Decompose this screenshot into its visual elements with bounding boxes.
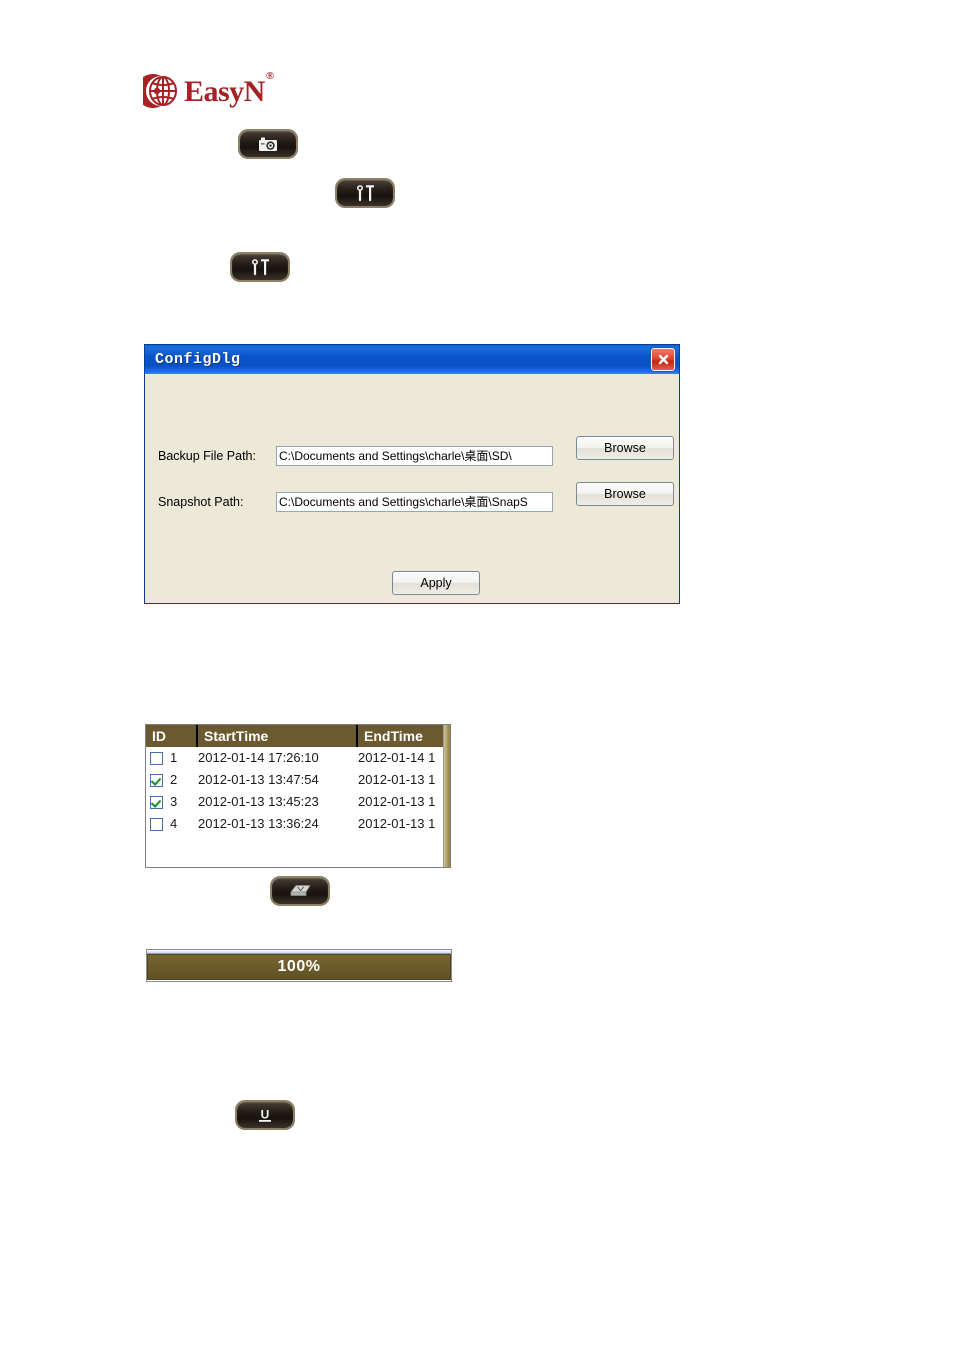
- logo-word-text: EasyN: [184, 75, 265, 108]
- row-checkbox[interactable]: [150, 795, 163, 809]
- globe-icon: [136, 72, 181, 110]
- snapshot-path-label: Snapshot Path:: [158, 495, 244, 509]
- row-endtime-cell: 2012-01-13 1: [358, 772, 436, 787]
- letter-u-icon: U: [255, 1106, 275, 1124]
- table-scrollbar[interactable]: [443, 725, 450, 867]
- floppy-disk-icon: [287, 883, 313, 899]
- row-id-value: 1: [170, 750, 178, 765]
- snapshot-path-input[interactable]: C:\Documents and Settings\charle\桌面\Snap…: [276, 492, 553, 512]
- row-endtime-cell: 2012-01-13 1: [358, 794, 436, 809]
- update-button[interactable]: U: [237, 1102, 293, 1128]
- table-row[interactable]: 2 2012-01-13 13:47:54 2012-01-13 1: [146, 769, 450, 791]
- column-header-endtime[interactable]: EndTime: [358, 725, 450, 747]
- progress-bar-fill: 100%: [147, 954, 451, 980]
- row-starttime-cell: 2012-01-13 13:45:23: [198, 794, 319, 809]
- dialog-titlebar[interactable]: ConfigDlg: [145, 345, 679, 374]
- apply-button[interactable]: Apply: [392, 571, 480, 595]
- dialog-title: ConfigDlg: [155, 351, 241, 368]
- row-id-cell: 4: [146, 813, 198, 835]
- browse-snapshot-button[interactable]: Browse: [576, 482, 674, 506]
- svg-text:U: U: [261, 1108, 270, 1122]
- row-id-value: 4: [170, 816, 178, 831]
- table-row[interactable]: 1 2012-01-14 17:26:10 2012-01-14 1: [146, 747, 450, 769]
- easyn-logo: EasyN®: [136, 70, 293, 112]
- browse-backup-button[interactable]: Browse: [576, 436, 674, 460]
- backup-button[interactable]: [272, 878, 328, 904]
- column-header-id[interactable]: ID: [146, 725, 198, 747]
- row-id-value: 2: [170, 772, 178, 787]
- close-icon[interactable]: [651, 348, 675, 371]
- row-checkbox[interactable]: [150, 773, 163, 787]
- record-table: ID StartTime EndTime 1 2012-01-14 17:26:…: [145, 724, 451, 868]
- row-id-cell: 2: [146, 769, 198, 791]
- camera-icon: [257, 136, 279, 153]
- column-header-starttime[interactable]: StartTime: [198, 725, 358, 747]
- row-id-value: 3: [170, 794, 178, 809]
- progress-bar: 100%: [146, 949, 452, 982]
- table-row[interactable]: 4 2012-01-13 13:36:24 2012-01-13 1: [146, 813, 450, 835]
- page-canvas: EasyN® ConfigDlg Backup File Path: C:\Do…: [0, 0, 954, 1350]
- config-dialog: ConfigDlg Backup File Path: C:\Documents…: [144, 344, 680, 604]
- dialog-body: Backup File Path: C:\Documents and Setti…: [145, 374, 679, 603]
- snapshot-button[interactable]: [240, 131, 296, 157]
- row-starttime-cell: 2012-01-13 13:47:54: [198, 772, 319, 787]
- table-header-row: ID StartTime EndTime: [146, 725, 450, 747]
- tools-button-1[interactable]: [337, 180, 393, 206]
- table-row[interactable]: 3 2012-01-13 13:45:23 2012-01-13 1: [146, 791, 450, 813]
- tools-button-2[interactable]: [232, 254, 288, 280]
- backup-path-input[interactable]: C:\Documents and Settings\charle\桌面\SD\: [276, 446, 553, 466]
- row-starttime-cell: 2012-01-13 13:36:24: [198, 816, 319, 831]
- row-id-cell: 1: [146, 747, 198, 769]
- row-id-cell: 3: [146, 791, 198, 813]
- tools-icon: [250, 258, 271, 276]
- tools-icon: [355, 184, 376, 202]
- backup-path-label: Backup File Path:: [158, 449, 256, 463]
- progress-bar-label: 100%: [277, 958, 321, 975]
- row-endtime-cell: 2012-01-13 1: [358, 816, 436, 831]
- row-endtime-cell: 2012-01-14 1: [358, 750, 436, 765]
- row-checkbox[interactable]: [150, 751, 163, 765]
- logo-wordmark: EasyN®: [184, 71, 274, 108]
- row-checkbox[interactable]: [150, 817, 163, 831]
- registered-mark: ®: [265, 70, 274, 82]
- row-starttime-cell: 2012-01-14 17:26:10: [198, 750, 319, 765]
